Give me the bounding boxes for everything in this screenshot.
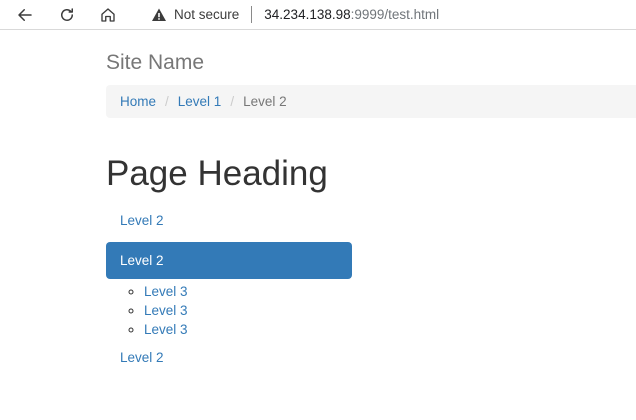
warning-icon (152, 8, 166, 21)
address-bar[interactable]: Not secure 34.234.138.98 :9999/test.html (140, 0, 636, 29)
home-icon (101, 8, 115, 22)
nav-link-level-3[interactable]: Level 3 (144, 284, 188, 299)
breadcrumb-separator: / (165, 94, 169, 109)
nav-link-level-3[interactable]: Level 3 (144, 303, 188, 318)
nav-link-level-3[interactable]: Level 3 (144, 322, 188, 337)
sub-nav-item: Level 3 (144, 301, 352, 320)
breadcrumb-current: Level 2 (243, 94, 287, 109)
omnibox-divider (251, 6, 253, 23)
url-host: 34.234.138.98 (264, 7, 351, 22)
back-button[interactable] (13, 3, 37, 27)
url-path: :9999/test.html (350, 7, 440, 22)
nav-item: Level 2 (106, 343, 352, 373)
breadcrumb-separator: / (230, 94, 235, 109)
nav-link-level-2-active[interactable]: Level 2 (106, 242, 352, 279)
side-nav: Level 2 Level 2 Level 3 Level 3 Level 3 … (106, 206, 352, 373)
nav-link-level-2[interactable]: Level 2 (106, 343, 352, 373)
home-button[interactable] (96, 3, 120, 27)
browser-toolbar: Not secure 34.234.138.98 :9999/test.html (0, 0, 636, 30)
site-name: Site Name (106, 51, 205, 74)
reload-button[interactable] (55, 3, 79, 27)
breadcrumb-home[interactable]: Home (120, 94, 156, 109)
page-title: Page Heading (106, 154, 328, 193)
nav-link-level-2[interactable]: Level 2 (106, 206, 352, 236)
nav-item-active: Level 2 Level 3 Level 3 Level 3 (106, 242, 352, 339)
sub-nav-item: Level 3 (144, 282, 352, 301)
breadcrumb: Home / Level 1 / Level 2 (106, 85, 636, 118)
security-status[interactable]: Not secure (174, 7, 239, 22)
sub-nav-item: Level 3 (144, 320, 352, 339)
reload-icon (61, 8, 73, 21)
sub-nav: Level 3 Level 3 Level 3 (144, 282, 352, 339)
arrow-left-icon (18, 9, 32, 21)
nav-item: Level 2 (106, 206, 352, 236)
breadcrumb-level-1[interactable]: Level 1 (178, 94, 222, 109)
